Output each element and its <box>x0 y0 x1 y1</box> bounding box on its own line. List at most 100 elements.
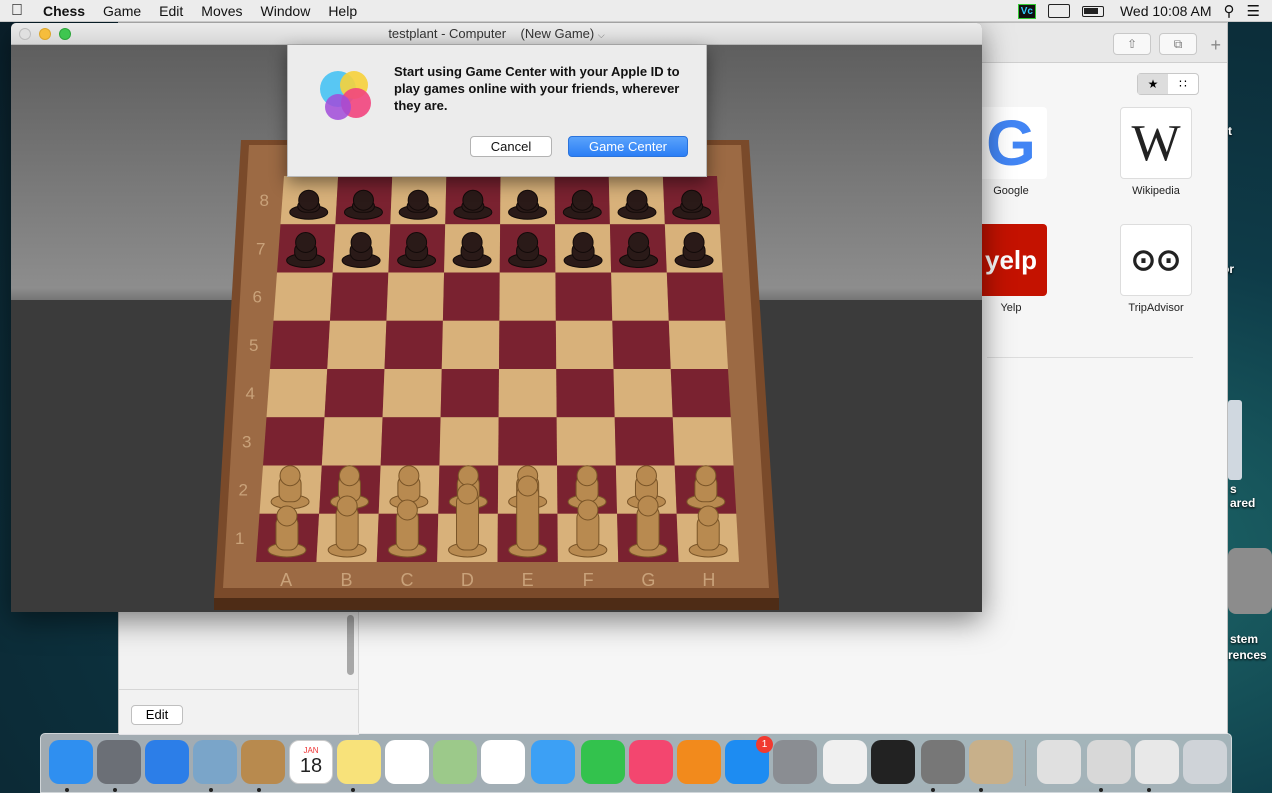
game-center-button[interactable]: Game Center <box>568 136 688 157</box>
activity-monitor-icon[interactable] <box>871 740 915 784</box>
battery-icon[interactable] <box>1081 5 1104 17</box>
board-square[interactable] <box>380 417 441 466</box>
app-store-icon[interactable]: 1 <box>725 736 773 784</box>
screenshots-icon[interactable] <box>1135 740 1179 784</box>
tabs-overview-button[interactable]: ⧉ <box>1159 33 1197 55</box>
menu-window[interactable]: Window <box>252 3 320 19</box>
file-label: G <box>641 570 655 590</box>
game-center-dialog: Start using Game Center with your Apple … <box>287 45 707 177</box>
dock: JAN 18 1 <box>40 733 1232 793</box>
drive-desktop-icon[interactable] <box>1228 400 1242 480</box>
textedit-icon[interactable] <box>823 740 867 784</box>
launchpad-icon[interactable] <box>97 740 141 784</box>
apple-menu-icon[interactable]:  <box>0 2 34 20</box>
notification-center-icon[interactable]: ☰ <box>1247 2 1260 20</box>
contacts-icon[interactable] <box>241 740 285 784</box>
menu-moves[interactable]: Moves <box>192 3 251 19</box>
window-zoom-button[interactable] <box>59 28 71 40</box>
board-square[interactable] <box>555 272 613 321</box>
board-square[interactable] <box>384 320 443 369</box>
cancel-button[interactable]: Cancel <box>470 136 552 157</box>
favorites-view-toggle[interactable]: ★ ∷ <box>1137 73 1199 95</box>
system-preferences-desktop-icon[interactable] <box>1228 548 1272 614</box>
board-square[interactable] <box>612 320 671 369</box>
board-square[interactable] <box>321 417 383 466</box>
file-label: A <box>280 570 292 590</box>
board-square[interactable] <box>441 320 500 369</box>
window-minimize-button[interactable] <box>39 28 51 40</box>
trash-icon[interactable] <box>1183 740 1227 784</box>
running-indicator <box>209 788 213 792</box>
board-square[interactable] <box>556 417 616 466</box>
downloads-icon[interactable] <box>1087 740 1131 784</box>
menu-app-name[interactable]: Chess <box>34 3 94 19</box>
system-preferences-icon[interactable] <box>773 740 817 784</box>
board-square[interactable] <box>498 369 557 418</box>
board-square[interactable] <box>672 417 734 466</box>
board-square[interactable] <box>556 369 615 418</box>
favorite-google[interactable]: G Google <box>974 107 1048 197</box>
photos-icon[interactable] <box>481 740 525 784</box>
safari-icon[interactable] <box>145 740 189 784</box>
chevron-down-icon[interactable]: ⌵ <box>598 30 605 40</box>
chess-icon[interactable] <box>969 740 1013 784</box>
board-square[interactable] <box>440 369 499 418</box>
sidebar-edit-button[interactable]: Edit <box>131 705 183 725</box>
vnc-status-icon[interactable]: Vc <box>1017 3 1036 19</box>
star-icon[interactable]: ★ <box>1138 74 1168 94</box>
new-tab-button[interactable]: + <box>1210 35 1221 56</box>
calendar-month: JAN <box>303 746 319 755</box>
board-square[interactable] <box>666 272 726 321</box>
board-square[interactable] <box>668 320 728 369</box>
board-square[interactable] <box>382 369 442 418</box>
board-square[interactable] <box>329 272 389 321</box>
mail-preview-icon[interactable] <box>193 740 237 784</box>
board-square[interactable] <box>499 272 556 321</box>
board-square[interactable] <box>498 417 558 466</box>
board-square[interactable] <box>442 272 500 321</box>
desktop-label: s <box>1230 482 1237 496</box>
chess-titlebar[interactable]: testplant - Computer (New Game) ⌵ <box>11 23 982 45</box>
window-close-button[interactable] <box>19 28 31 40</box>
facetime-icon[interactable] <box>581 740 625 784</box>
finder-icon[interactable] <box>49 740 93 784</box>
menu-help[interactable]: Help <box>319 3 366 19</box>
board-square[interactable] <box>613 369 673 418</box>
board-square[interactable] <box>611 272 669 321</box>
board-square[interactable] <box>499 320 557 369</box>
ibooks-icon[interactable] <box>677 740 721 784</box>
board-square[interactable] <box>614 417 675 466</box>
board-square[interactable] <box>670 369 731 418</box>
spotlight-search-icon[interactable]: ⚲ <box>1224 2 1235 20</box>
running-indicator <box>979 788 983 792</box>
sidebar-scrollbar[interactable] <box>347 615 354 675</box>
board-square[interactable] <box>273 272 333 321</box>
favorite-tripadvisor[interactable]: ⊙⊙ TripAdvisor <box>1119 224 1193 314</box>
itunes-icon[interactable] <box>629 740 673 784</box>
board-square[interactable] <box>327 320 387 369</box>
favorite-yelp[interactable]: yelp Yelp <box>974 224 1048 314</box>
share-button[interactable]: ⇧ <box>1113 33 1151 55</box>
menu-edit[interactable]: Edit <box>150 3 192 19</box>
board-square[interactable] <box>439 417 499 466</box>
board-square[interactable] <box>324 369 385 418</box>
board-square[interactable] <box>266 369 328 418</box>
board-square[interactable] <box>555 320 614 369</box>
documents-icon[interactable] <box>1037 740 1081 784</box>
notes-icon[interactable] <box>337 740 381 784</box>
messages-icon[interactable] <box>531 740 575 784</box>
desktop-label: ared <box>1230 496 1256 510</box>
calendar-icon[interactable]: JAN 18 <box>289 740 333 784</box>
menu-game[interactable]: Game <box>94 3 150 19</box>
maps-icon[interactable] <box>433 740 477 784</box>
board-square[interactable] <box>263 417 325 466</box>
window-subtitle[interactable]: (New Game) <box>521 26 595 41</box>
board-square[interactable] <box>270 320 330 369</box>
board-square[interactable] <box>386 272 445 321</box>
display-mirroring-icon[interactable] <box>1047 4 1070 18</box>
favorite-wikipedia[interactable]: W Wikipedia <box>1119 107 1193 197</box>
reminders-icon[interactable] <box>385 740 429 784</box>
menubar-clock[interactable]: Wed 10:08 AM <box>1120 3 1212 19</box>
grid-icon[interactable]: ∷ <box>1168 74 1198 94</box>
calculator-icon[interactable] <box>921 740 965 784</box>
